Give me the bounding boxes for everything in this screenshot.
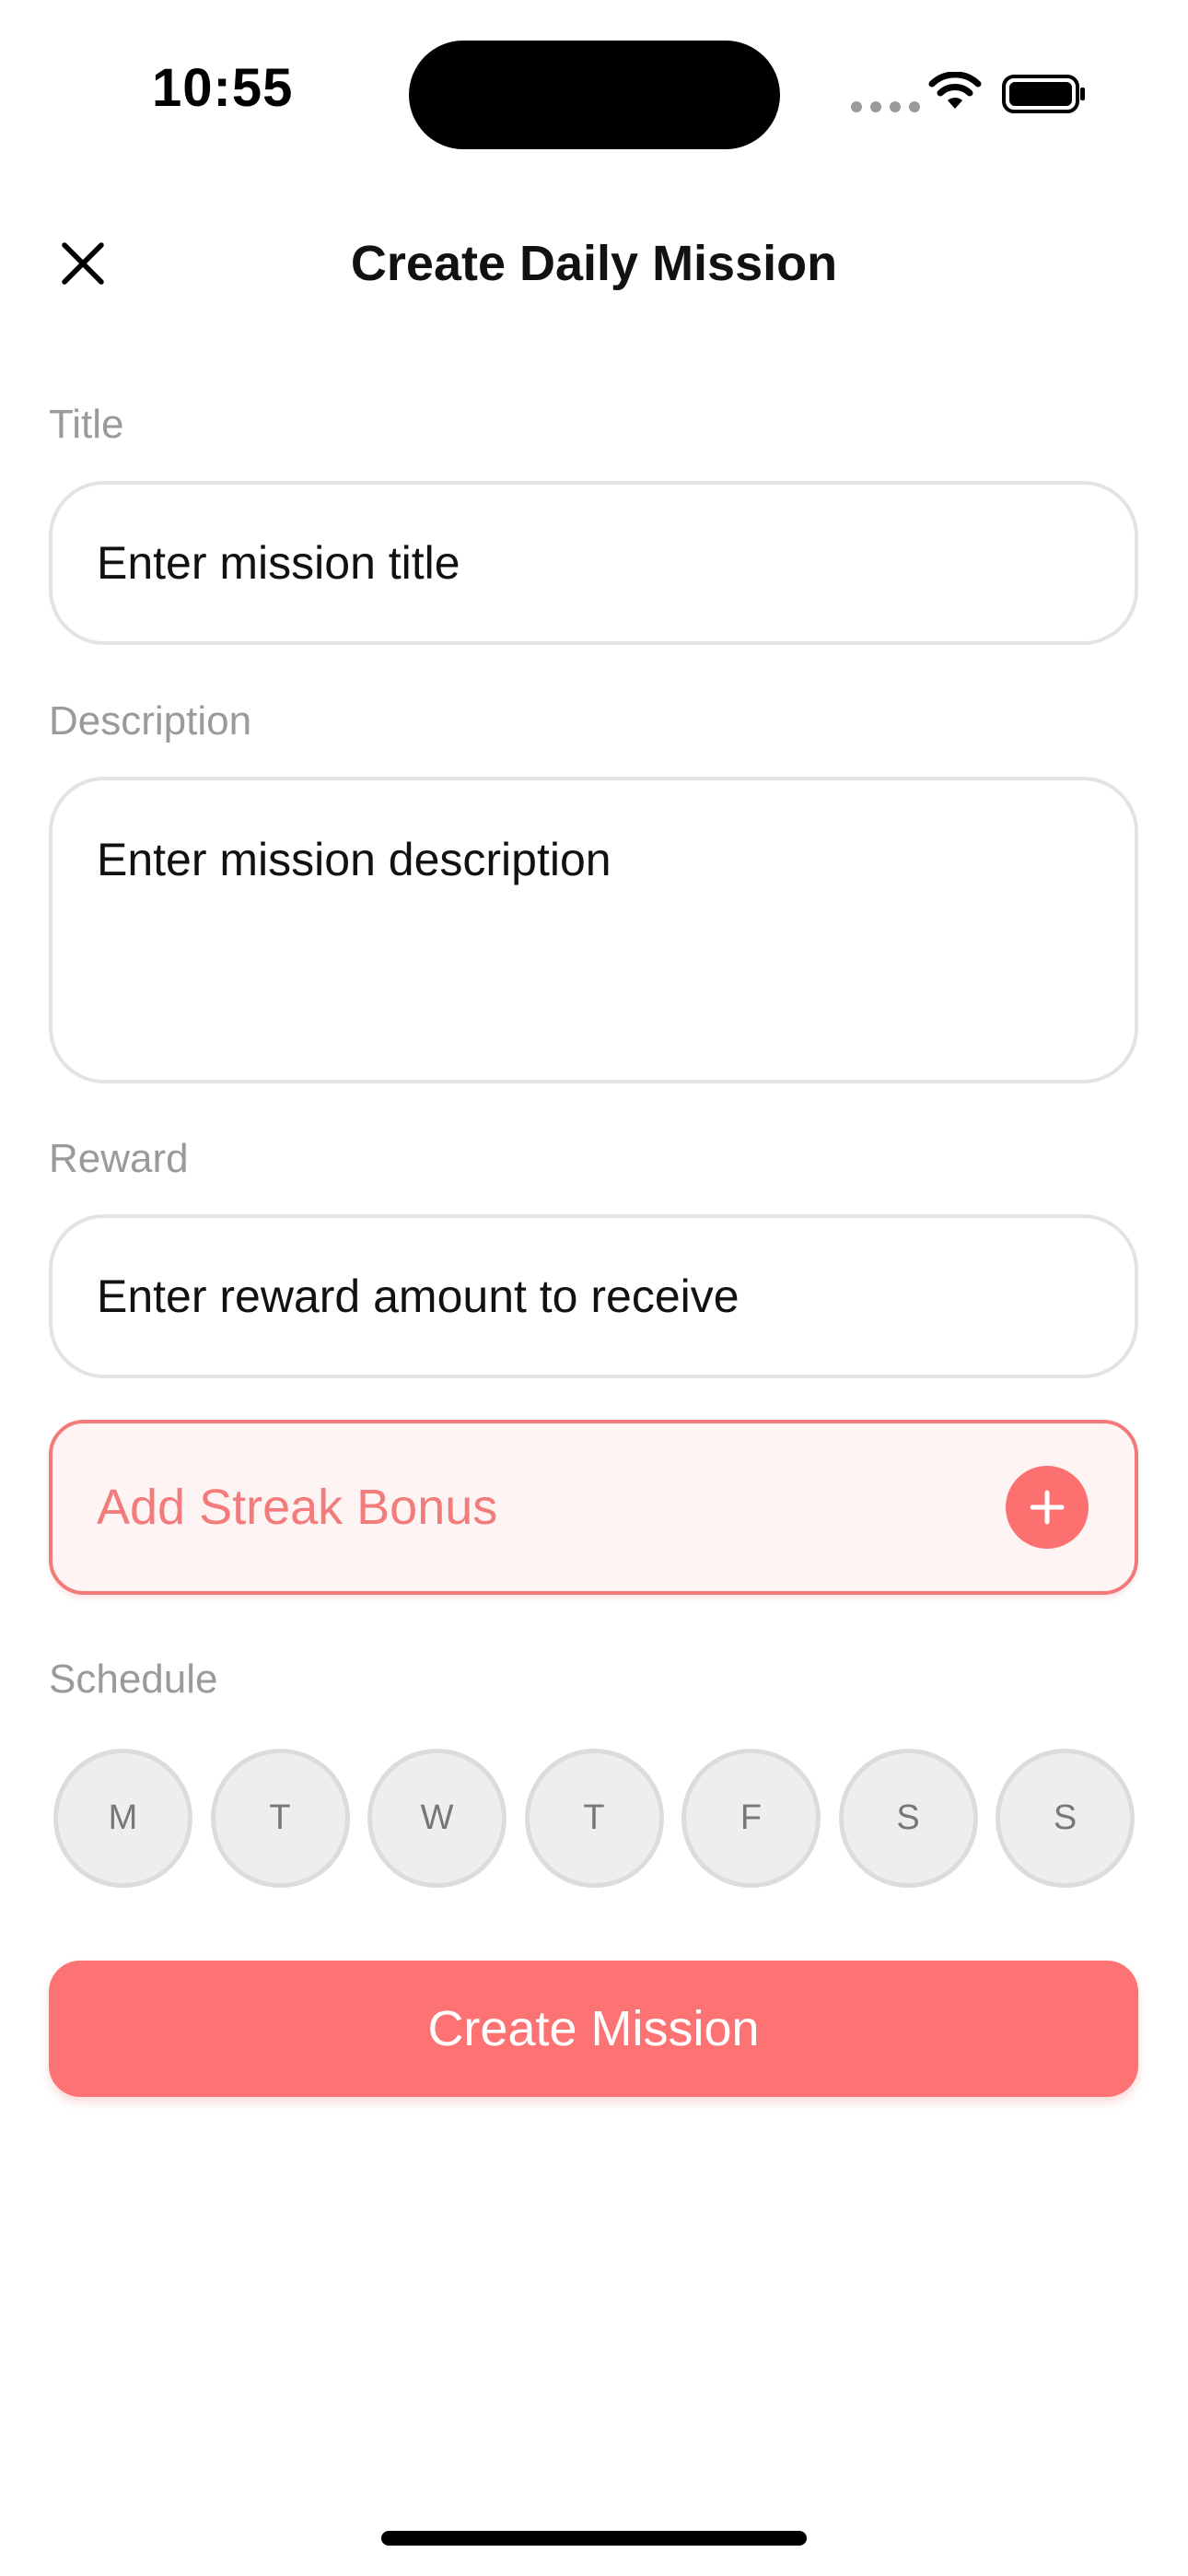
page-title: Create Daily Mission [350, 236, 838, 291]
day-toggle-monday[interactable]: M [53, 1749, 192, 1888]
day-toggle-thursday[interactable]: T [524, 1749, 664, 1888]
day-toggle-tuesday[interactable]: T [210, 1749, 350, 1888]
description-label: Description [49, 698, 252, 744]
title-label: Title [49, 402, 124, 447]
cellular-signal-icon [851, 101, 920, 112]
plus-icon[interactable] [1006, 1466, 1089, 1549]
title-input[interactable] [49, 481, 1138, 645]
schedule-label: Schedule [49, 1657, 218, 1702]
add-streak-bonus-button[interactable]: Add Streak Bonus [49, 1420, 1138, 1595]
reward-input[interactable] [49, 1214, 1138, 1378]
wifi-icon [928, 72, 982, 109]
day-toggle-wednesday[interactable]: W [367, 1749, 507, 1888]
create-mission-button[interactable]: Create Mission [49, 1961, 1138, 2097]
status-time: 10:55 [152, 58, 294, 118]
description-input[interactable] [49, 777, 1138, 1083]
status-bar: 10:55 [0, 0, 1188, 184]
battery-icon [1002, 75, 1085, 113]
day-toggle-sunday[interactable]: S [996, 1749, 1135, 1888]
streak-bonus-label: Add Streak Bonus [97, 1480, 498, 1535]
reward-label: Reward [49, 1136, 189, 1181]
home-indicator [381, 2531, 807, 2546]
day-toggle-saturday[interactable]: S [838, 1749, 978, 1888]
schedule-day-picker: M T W T F S S [53, 1749, 1135, 1888]
day-toggle-friday[interactable]: F [681, 1749, 821, 1888]
dynamic-island [409, 41, 780, 149]
